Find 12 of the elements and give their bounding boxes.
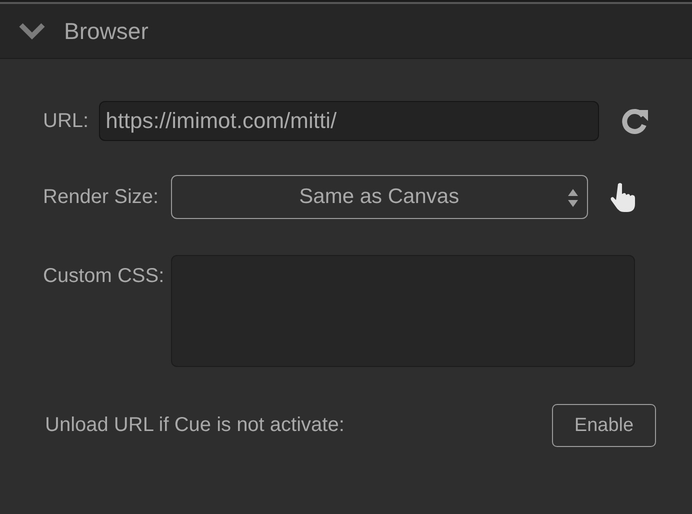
- url-field[interactable]: https://imimot.com/mitti/: [98, 101, 599, 141]
- unload-url-label: Unload URL if Cue is not activate:: [45, 414, 344, 437]
- render-size-label: Render Size:: [43, 186, 159, 208]
- panel-header[interactable]: Browser: [0, 2, 692, 59]
- panel-title: Browser: [64, 18, 148, 44]
- hand-pointer-icon[interactable]: [610, 182, 638, 212]
- up-down-arrows-icon: [566, 188, 579, 208]
- enable-button[interactable]: Enable: [552, 404, 656, 447]
- url-label: URL:: [43, 110, 89, 132]
- custom-css-label: Custom CSS:: [43, 265, 164, 288]
- refresh-icon[interactable]: [620, 107, 649, 135]
- render-size-dropdown[interactable]: Same as Canvas: [170, 175, 588, 219]
